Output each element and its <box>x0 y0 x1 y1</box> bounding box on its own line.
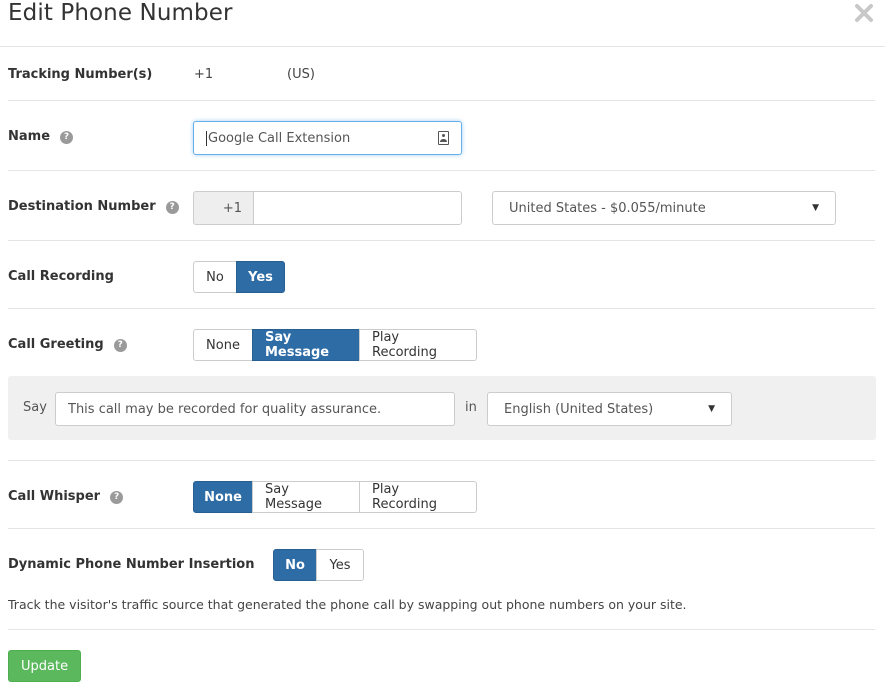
whisper-options: None Say Message Play Recording <box>193 481 477 513</box>
rate-select[interactable]: United States - $0.055/minute ▼ <box>492 191 836 225</box>
help-icon[interactable]: ? <box>165 201 179 214</box>
dni-yes-button[interactable]: Yes <box>316 549 364 581</box>
destination-number-input[interactable] <box>253 191 462 225</box>
whisper-label: Call Whisper? <box>8 489 124 504</box>
destination-label: Destination Number? <box>8 199 179 214</box>
divider <box>8 308 875 309</box>
whisper-play-recording-button[interactable]: Play Recording <box>359 481 477 513</box>
recording-label: Call Recording <box>8 269 114 284</box>
divider <box>8 170 875 171</box>
recording-yes-button[interactable]: Yes <box>236 261 285 293</box>
name-input-value: Google Call Extension <box>208 130 351 146</box>
greeting-message-value: This call may be recorded for quality as… <box>68 401 382 417</box>
dropdown-arrow-icon: ▼ <box>812 203 819 213</box>
whisper-say-message-button[interactable]: Say Message <box>252 481 360 513</box>
whisper-label-text: Call Whisper <box>8 489 101 504</box>
country-code-addon: +1 <box>193 191 254 225</box>
say-label: Say <box>23 400 47 415</box>
greeting-options: None Say Message Play Recording <box>193 329 477 361</box>
greeting-say-message-button[interactable]: Say Message <box>252 329 360 361</box>
name-input[interactable]: Google Call Extension <box>193 121 462 155</box>
divider <box>8 528 875 529</box>
update-button[interactable]: Update <box>8 650 82 682</box>
divider <box>8 100 875 101</box>
divider <box>8 629 875 630</box>
dni-description: Track the visitor's traffic source that … <box>8 597 687 612</box>
language-select-value: English (United States) <box>504 401 654 417</box>
dni-toggle: No Yes <box>273 549 364 581</box>
name-label-text: Name <box>8 129 51 144</box>
text-caret <box>206 130 207 146</box>
dni-label: Dynamic Phone Number Insertion <box>8 557 255 572</box>
destination-label-text: Destination Number <box>8 199 156 214</box>
greeting-label-text: Call Greeting <box>8 337 104 352</box>
help-icon[interactable]: ? <box>110 491 124 504</box>
dialog-title: Edit Phone Number <box>8 0 233 26</box>
tracking-prefix: +1 <box>194 67 214 82</box>
in-label: in <box>465 400 477 415</box>
whisper-none-button[interactable]: None <box>193 481 253 513</box>
greeting-message-input[interactable]: This call may be recorded for quality as… <box>55 392 455 426</box>
greeting-none-button[interactable]: None <box>193 329 253 361</box>
close-icon[interactable] <box>853 2 875 24</box>
greeting-label: Call Greeting? <box>8 337 127 352</box>
rate-select-value: United States - $0.055/minute <box>509 200 706 216</box>
divider <box>8 460 875 461</box>
divider <box>0 46 885 47</box>
dni-no-button[interactable]: No <box>273 549 317 581</box>
tracking-country: (US) <box>287 67 315 82</box>
recording-toggle: No Yes <box>193 261 285 293</box>
contact-card-icon[interactable] <box>438 131 449 145</box>
tracking-label: Tracking Number(s) <box>8 67 153 82</box>
recording-no-button[interactable]: No <box>193 261 237 293</box>
help-icon[interactable]: ? <box>60 131 74 144</box>
language-select[interactable]: English (United States) ▼ <box>487 392 732 426</box>
help-icon[interactable]: ? <box>113 339 127 352</box>
divider <box>8 240 875 241</box>
dropdown-arrow-icon: ▼ <box>708 404 715 414</box>
name-label: Name? <box>8 129 74 144</box>
greeting-play-recording-button[interactable]: Play Recording <box>359 329 477 361</box>
